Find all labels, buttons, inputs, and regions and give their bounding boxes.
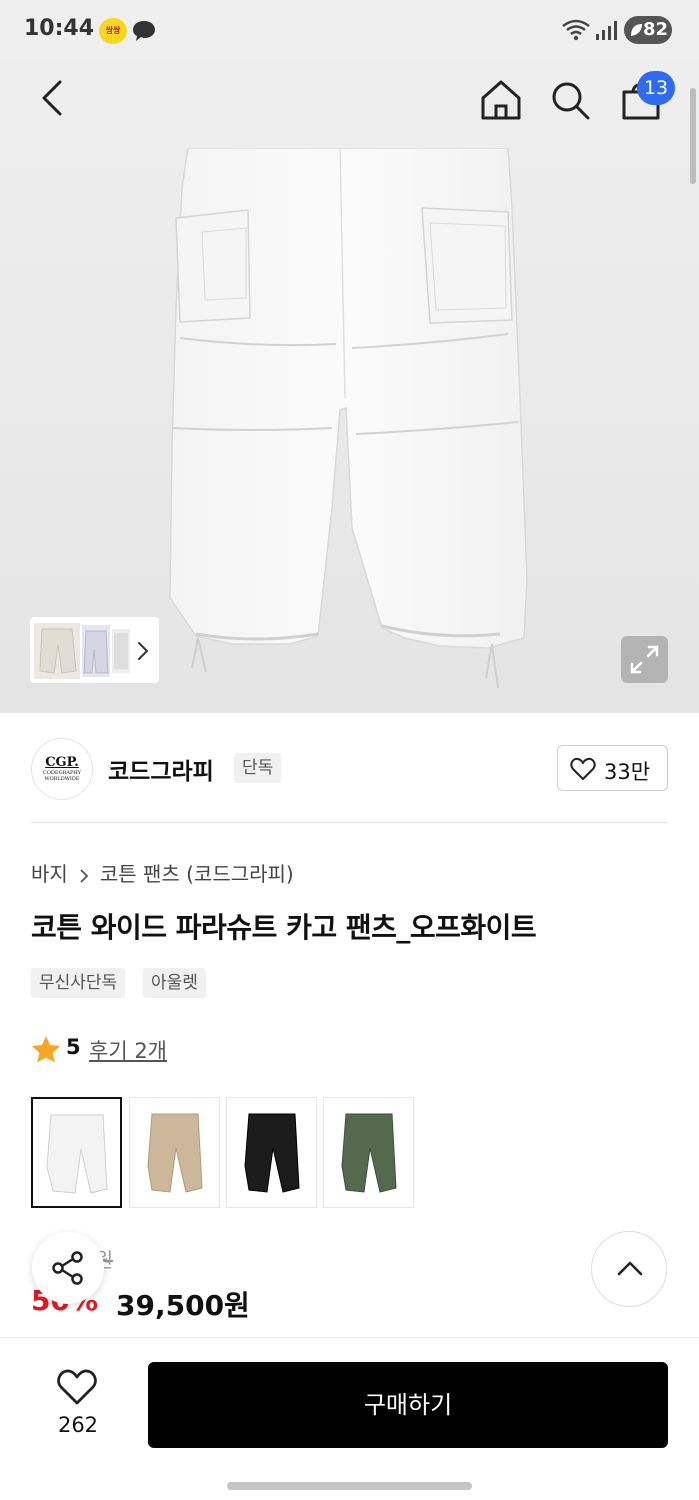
- product-title: 코튼 와이드 파라슈트 카고 팬츠_오프화이트: [31, 911, 537, 944]
- product-image-gallery[interactable]: [0, 60, 699, 713]
- pants-thumbnail: [341, 1113, 397, 1193]
- reviews-link[interactable]: 후기 2개: [89, 1035, 167, 1065]
- rating-value: 5: [66, 1035, 81, 1059]
- scrollbar[interactable]: [690, 88, 696, 184]
- home-icon[interactable]: [478, 78, 524, 122]
- status-bar: 10:44 쌍쌍 82: [0, 0, 699, 60]
- signal-icon: [596, 21, 617, 40]
- chat-bubble-icon: [133, 21, 155, 41]
- brand-logo-text: CGP.: [45, 755, 79, 770]
- app-notification-icon: 쌍쌍: [99, 18, 127, 44]
- product-tag: 무신사단독: [31, 968, 126, 998]
- home-indicator[interactable]: [227, 1482, 472, 1490]
- pants-thumbnail: [46, 1114, 108, 1194]
- expand-icon: [630, 645, 659, 674]
- brand-like-button[interactable]: 33만: [557, 745, 668, 791]
- scroll-to-top-button[interactable]: [591, 1231, 667, 1307]
- battery-indicator: 82: [624, 16, 672, 44]
- share-button[interactable]: [32, 1232, 104, 1304]
- chevron-up-icon: [617, 1261, 643, 1276]
- pants-thumbnail: [147, 1113, 203, 1193]
- leaf-icon: [631, 24, 642, 36]
- color-option-off-white[interactable]: [31, 1097, 122, 1208]
- brand-logo-subtext: CODEGRAPHY WORLDWIDE: [43, 770, 81, 782]
- heart-icon[interactable]: [56, 1368, 98, 1406]
- breadcrumb: 바지 코튼 팬츠 (코드그라피): [31, 858, 294, 887]
- sale-price: 39,500원: [116, 1289, 250, 1322]
- color-option-khaki[interactable]: [323, 1097, 414, 1208]
- heart-icon: [570, 757, 596, 780]
- expand-image-button[interactable]: [621, 636, 668, 683]
- breadcrumb-category[interactable]: 바지: [31, 862, 68, 886]
- wifi-icon: [562, 19, 590, 41]
- status-time: 10:44: [24, 16, 95, 41]
- battery-level: 82: [643, 19, 669, 40]
- brand-name[interactable]: 코드그라피: [108, 752, 214, 786]
- color-option-beige[interactable]: [129, 1097, 220, 1208]
- breadcrumb-subcategory[interactable]: 코튼 팬츠 (코드그라피): [100, 862, 294, 886]
- divider: [31, 822, 668, 823]
- star-icon: [32, 1036, 60, 1063]
- gallery-thumbnails: [34, 623, 130, 679]
- color-option-black[interactable]: [226, 1097, 317, 1208]
- back-icon[interactable]: [36, 78, 72, 118]
- product-tag: 아울렛: [143, 968, 206, 998]
- chevron-right-icon[interactable]: [135, 640, 151, 662]
- buy-button[interactable]: 구매하기: [148, 1362, 668, 1448]
- brand-like-count: 33만: [604, 760, 651, 784]
- wish-count: 262: [57, 1413, 99, 1437]
- chevron-right-icon: [80, 868, 89, 883]
- brand-exclusive-tag: 단독: [234, 753, 282, 783]
- share-icon: [52, 1251, 83, 1285]
- brand-logo[interactable]: CGP. CODEGRAPHY WORLDWIDE: [31, 738, 93, 800]
- cart-count-badge: 13: [637, 71, 675, 105]
- pants-thumbnail: [244, 1113, 300, 1193]
- search-icon[interactable]: [548, 78, 592, 122]
